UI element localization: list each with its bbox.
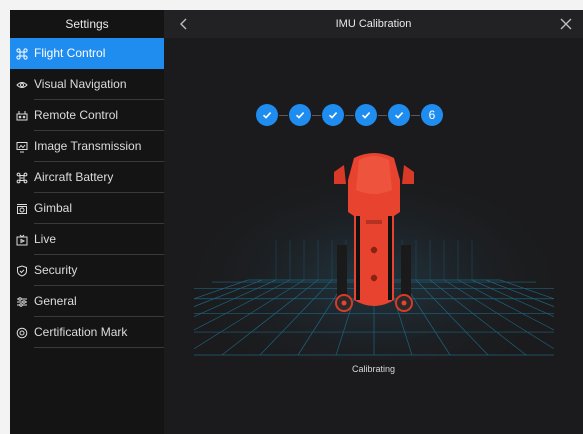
- sidebar-item-certification-mark[interactable]: Certification Mark: [10, 317, 164, 348]
- sidebar-item-image-transmission[interactable]: Image Transmission: [10, 131, 164, 162]
- sidebar-item-aircraft-battery[interactable]: Aircraft Battery: [10, 162, 164, 193]
- step-connector: [312, 114, 321, 116]
- shield-icon: [16, 264, 28, 277]
- sidebar-item-security[interactable]: Security: [10, 255, 164, 286]
- drone-calibration-illustration: [194, 150, 554, 360]
- step-connector: [378, 114, 387, 116]
- sidebar-item-gimbal[interactable]: Gimbal: [10, 193, 164, 224]
- step-complete-1: [256, 104, 278, 126]
- check-icon: [394, 112, 404, 119]
- sidebar-item-label: Remote Control: [34, 108, 119, 122]
- close-icon: [560, 18, 572, 30]
- live-icon: [16, 234, 28, 246]
- drone-icon: [16, 47, 28, 60]
- top-bar: IMU Calibration: [164, 10, 583, 38]
- sidebar-item-visual-navigation[interactable]: Visual Navigation: [10, 69, 164, 100]
- app-window: Settings Flight Control Visual Navigatio…: [10, 10, 583, 434]
- remote-control-icon: [16, 110, 28, 122]
- page-title: IMU Calibration: [335, 18, 412, 30]
- step-connector: [279, 114, 288, 116]
- step-connector: [411, 114, 420, 116]
- sidebar-item-label: General: [34, 294, 77, 308]
- step-connector: [345, 114, 354, 116]
- step-complete-3: [322, 104, 344, 126]
- step-complete-2: [289, 104, 311, 126]
- check-icon: [295, 112, 305, 119]
- step-complete-5: [388, 104, 410, 126]
- image-transmission-icon: [16, 141, 28, 153]
- settings-sidebar: Settings Flight Control Visual Navigatio…: [10, 10, 164, 434]
- sidebar-item-label: Gimbal: [34, 201, 73, 215]
- sidebar-item-live[interactable]: Live: [10, 224, 164, 255]
- certification-icon: [16, 327, 28, 339]
- sidebar-item-label: Certification Mark: [34, 325, 128, 339]
- check-icon: [262, 112, 272, 119]
- sidebar-item-label: Aircraft Battery: [34, 170, 114, 184]
- step-current: 6: [421, 104, 443, 126]
- sidebar-item-flight-control[interactable]: Flight Control: [10, 38, 164, 69]
- sidebar-item-label: Security: [34, 263, 78, 277]
- gimbal-icon: [16, 203, 28, 215]
- sidebar-item-label: Visual Navigation: [34, 77, 127, 91]
- calibration-steps: 6: [256, 104, 443, 126]
- sidebar-item-label: Image Transmission: [34, 139, 142, 153]
- aircraft-battery-icon: [16, 172, 28, 184]
- sliders-icon: [16, 296, 28, 308]
- calibration-status: Calibrating: [351, 364, 396, 374]
- eye-icon: [16, 79, 28, 91]
- close-button[interactable]: [557, 15, 575, 33]
- sidebar-item-remote-control[interactable]: Remote Control: [10, 100, 164, 131]
- check-icon: [361, 112, 371, 119]
- step-complete-4: [355, 104, 377, 126]
- check-icon: [328, 112, 338, 119]
- sidebar-item-general[interactable]: General: [10, 286, 164, 317]
- sidebar-item-label: Live: [34, 232, 57, 246]
- sidebar-title: Settings: [65, 17, 109, 31]
- sidebar-item-label: Flight Control: [34, 46, 106, 60]
- main-panel: IMU Calibration 6 Calibrating: [164, 10, 583, 434]
